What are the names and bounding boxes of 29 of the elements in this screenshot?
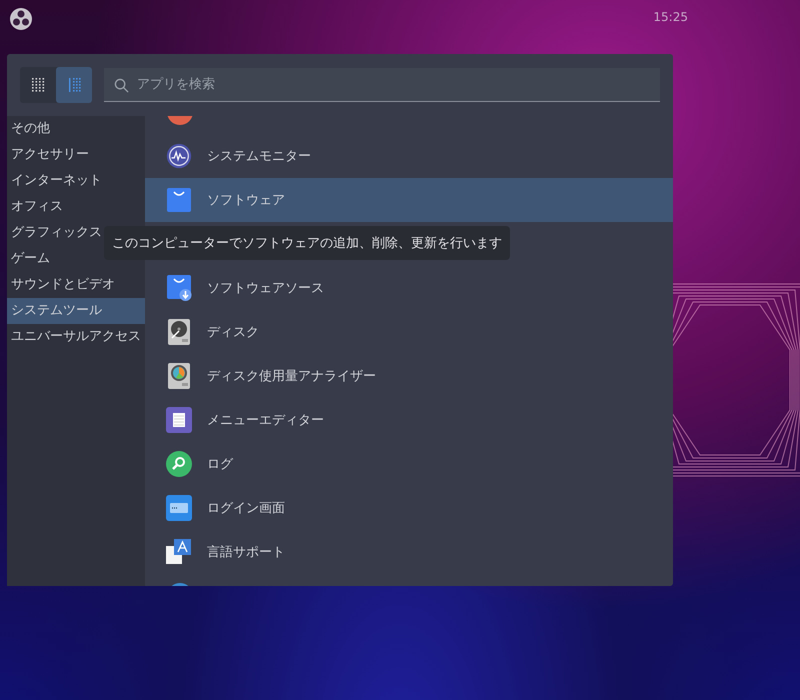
magnifier-icon — [165, 450, 193, 478]
category-item[interactable]: アクセサリー — [7, 142, 145, 168]
category-item[interactable]: サウンドとビデオ — [7, 272, 145, 298]
category-item[interactable]: インターネット — [7, 168, 145, 194]
category-item[interactable]: オフィス — [7, 194, 145, 220]
list-icon — [67, 78, 81, 92]
grid-icon — [31, 78, 45, 92]
shopping-bag-icon — [166, 274, 192, 302]
app-item[interactable]: ソフトウェア — [145, 178, 673, 222]
app-item[interactable]: ログ — [145, 442, 673, 486]
logo-icon[interactable] — [9, 7, 33, 31]
notepad-icon — [166, 407, 192, 433]
app-item[interactable]: メニューエディター — [145, 398, 673, 442]
category-item[interactable]: システムツール — [7, 298, 145, 324]
login-window-icon — [166, 495, 192, 521]
app-item[interactable]: システムモニター — [145, 134, 673, 178]
app-item[interactable]: ディスク — [145, 310, 673, 354]
category-item[interactable]: その他 — [7, 116, 145, 142]
app-item[interactable]: ソフトウェアソース — [145, 266, 673, 310]
category-item[interactable]: ユニバーサルアクセス — [7, 324, 145, 350]
app-item[interactable]: ログイン画面 — [145, 486, 673, 530]
shopping-bag-icon — [166, 187, 192, 213]
clock[interactable]: 15:25 — [653, 10, 688, 24]
app-item[interactable]: ディスク使用量アナライザー — [145, 354, 673, 398]
app-item[interactable]: 言語サポート — [145, 530, 673, 574]
waveform-icon — [165, 142, 193, 170]
tooltip: このコンピューターでソフトウェアの追加、削除、更新を行います — [104, 226, 510, 260]
language-letters-icon — [165, 538, 193, 566]
search-field[interactable]: アプリを検索 — [104, 68, 660, 102]
